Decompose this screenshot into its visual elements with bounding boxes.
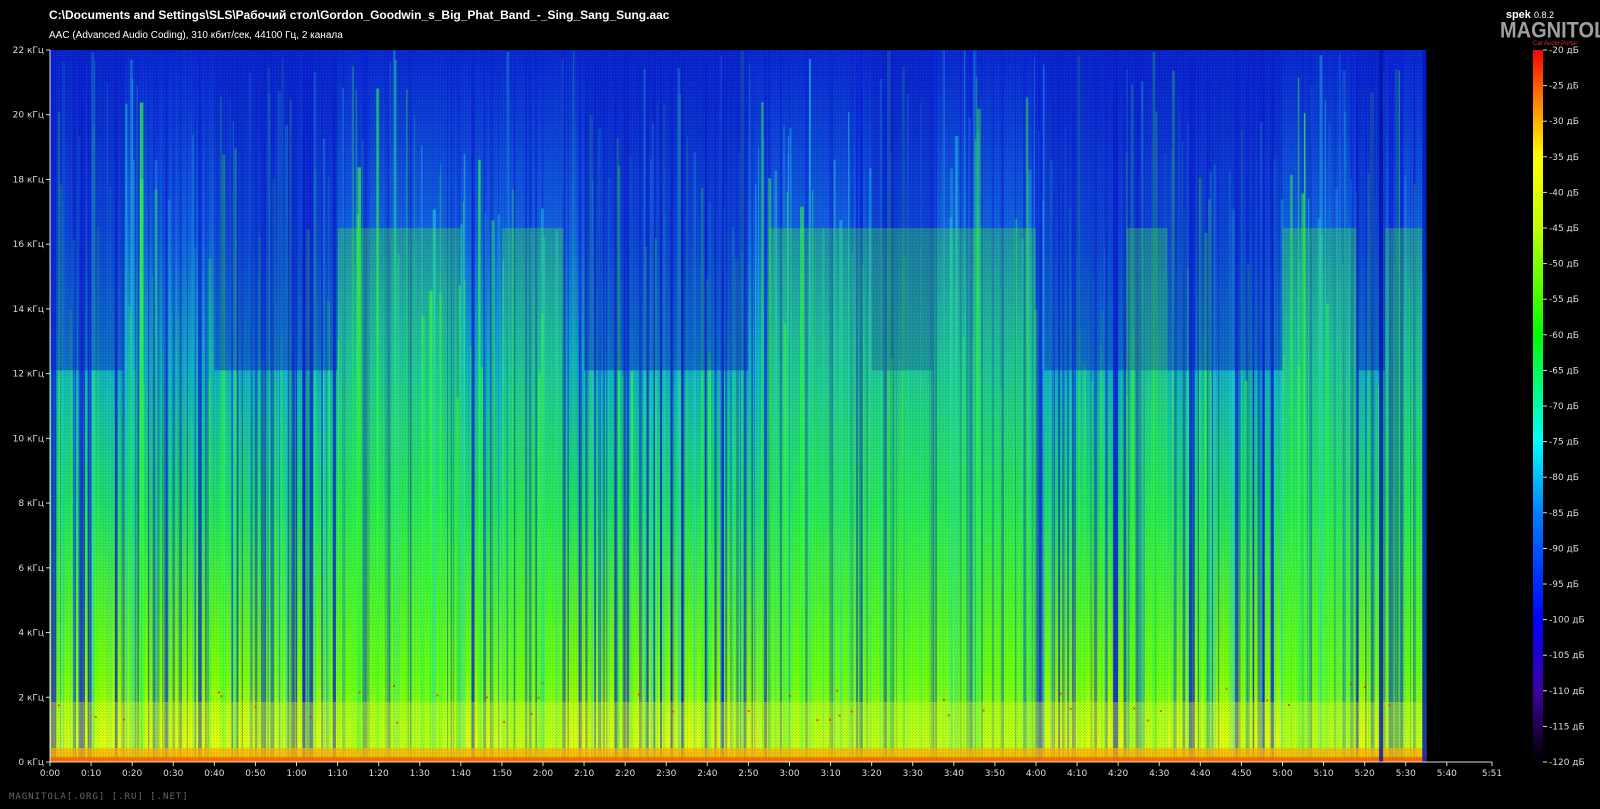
spectrogram-plot-area	[50, 50, 1492, 763]
db-colorbar: -20 дБ -25 дБ -30 дБ -35 дБ -40 дБ -45 дБ -50 …	[1533, 46, 1585, 768]
x-tick-label: 3:00	[779, 769, 799, 779]
x-tick-label: 3:20	[862, 769, 882, 779]
x-tick-label: 3:40	[944, 769, 964, 779]
y-tick-label: 10 кГц	[13, 434, 44, 444]
colorbar-tick-label: -120 дБ	[1549, 758, 1585, 768]
colorbar-tick-label: -75 дБ	[1549, 438, 1579, 448]
x-tick-label: 1:20	[369, 769, 389, 779]
y-tick-label: 2 кГц	[18, 693, 44, 703]
colorbar-tick-label: -50 дБ	[1549, 260, 1579, 270]
x-tick-label: 3:50	[985, 769, 1005, 779]
x-tick-label: 2:00	[533, 769, 553, 779]
colorbar-tick-label: -95 дБ	[1549, 580, 1579, 590]
x-tick-label: 0:20	[122, 769, 142, 779]
x-tick-label: 4:50	[1231, 769, 1251, 779]
x-tick-label: 1:30	[410, 769, 430, 779]
colorbar-tick-label: -70 дБ	[1549, 402, 1579, 412]
x-tick-label: 2:50	[738, 769, 758, 779]
time-axis: 0:00 0:10 0:20 0:30 0:40 0:50 1:00 1:10 1:20 1:30…	[40, 761, 1502, 779]
x-tick-label: 0:00	[40, 769, 60, 779]
x-tick-label: 1:50	[492, 769, 512, 779]
x-tick-label: 5:40	[1437, 769, 1457, 779]
colorbar-tick-label: -85 дБ	[1549, 509, 1579, 519]
x-tick-label: 1:00	[286, 769, 306, 779]
x-tick-label: 2:40	[697, 769, 717, 779]
colorbar-tick-label: -45 дБ	[1549, 224, 1579, 234]
magnitola-logo-subtext: Car Audio Portal	[1533, 41, 1577, 47]
colorbar-gradient	[1533, 50, 1543, 762]
y-tick-label: 8 кГц	[18, 499, 44, 509]
y-tick-label: 14 кГц	[13, 305, 44, 315]
x-tick-label: 1:40	[451, 769, 471, 779]
x-tick-label: 5:30	[1396, 769, 1416, 779]
y-tick-label: 4 кГц	[18, 629, 44, 639]
spectrogram-window: C:\Documents and Settings\SLS\Рабочий ст…	[0, 0, 1600, 809]
y-tick-label: 6 кГц	[18, 564, 44, 574]
x-tick-label: 3:10	[820, 769, 840, 779]
x-tick-label: 4:00	[1026, 769, 1046, 779]
x-tick-label: 5:00	[1272, 769, 1292, 779]
x-tick-label: 0:50	[245, 769, 265, 779]
x-tick-label: 2:30	[656, 769, 676, 779]
x-tick-label: 4:40	[1190, 769, 1210, 779]
y-tick-label: 18 кГц	[13, 175, 44, 185]
colorbar-tick-label: -65 дБ	[1549, 366, 1579, 376]
x-tick-label: 5:20	[1355, 769, 1375, 779]
y-tick-label: 16 кГц	[13, 240, 44, 250]
x-tick-label: 0:30	[163, 769, 183, 779]
colorbar-tick-label: -25 дБ	[1549, 82, 1579, 92]
colorbar-tick-label: -90 дБ	[1549, 544, 1579, 554]
colorbar-tick-label: -110 дБ	[1549, 687, 1585, 697]
x-tick-label: 4:30	[1149, 769, 1169, 779]
x-tick-label: 4:10	[1067, 769, 1087, 779]
x-tick-label: 0:40	[204, 769, 224, 779]
colorbar-tick-label: -35 дБ	[1549, 153, 1579, 163]
x-tick-label: 2:20	[615, 769, 635, 779]
y-tick-label: 0 кГц	[18, 758, 44, 768]
x-tick-label: 1:10	[327, 769, 347, 779]
colorbar-tick-label: -60 дБ	[1549, 331, 1579, 341]
colorbar-tick-label: -40 дБ	[1549, 188, 1579, 198]
colorbar-tick-label: -115 дБ	[1549, 722, 1585, 732]
watermark: MAGNITOLA[.ORG] [.RU] [.NET]	[9, 792, 189, 802]
x-tick-label: 3:30	[903, 769, 923, 779]
colorbar-tick-label: -55 дБ	[1549, 295, 1579, 305]
x-tick-label: 0:10	[81, 769, 101, 779]
y-tick-label: 22 кГц	[13, 46, 44, 56]
colorbar-tick-label: -20 дБ	[1549, 46, 1579, 56]
y-tick-label: 20 кГц	[13, 111, 44, 121]
spectrogram-chart: 0 кГц 2 кГц 4 кГц 6 кГц 8 кГц 10 кГц 12 кГц 14 …	[13, 46, 1585, 779]
frequency-axis: 0 кГц 2 кГц 4 кГц 6 кГц 8 кГц 10 кГц 12 кГц 14 …	[13, 46, 51, 768]
x-tick-label: 4:20	[1108, 769, 1128, 779]
colorbar-tick-label: -105 дБ	[1549, 651, 1585, 661]
colorbar-tick-label: -100 дБ	[1549, 616, 1585, 626]
y-tick-label: 12 кГц	[13, 370, 44, 380]
x-tick-label: 5:51	[1482, 769, 1502, 779]
colorbar-tick-label: -30 дБ	[1549, 117, 1579, 127]
x-tick-label: 2:10	[574, 769, 594, 779]
x-tick-label: 5:10	[1313, 769, 1333, 779]
colorbar-tick-label: -80 дБ	[1549, 473, 1579, 483]
